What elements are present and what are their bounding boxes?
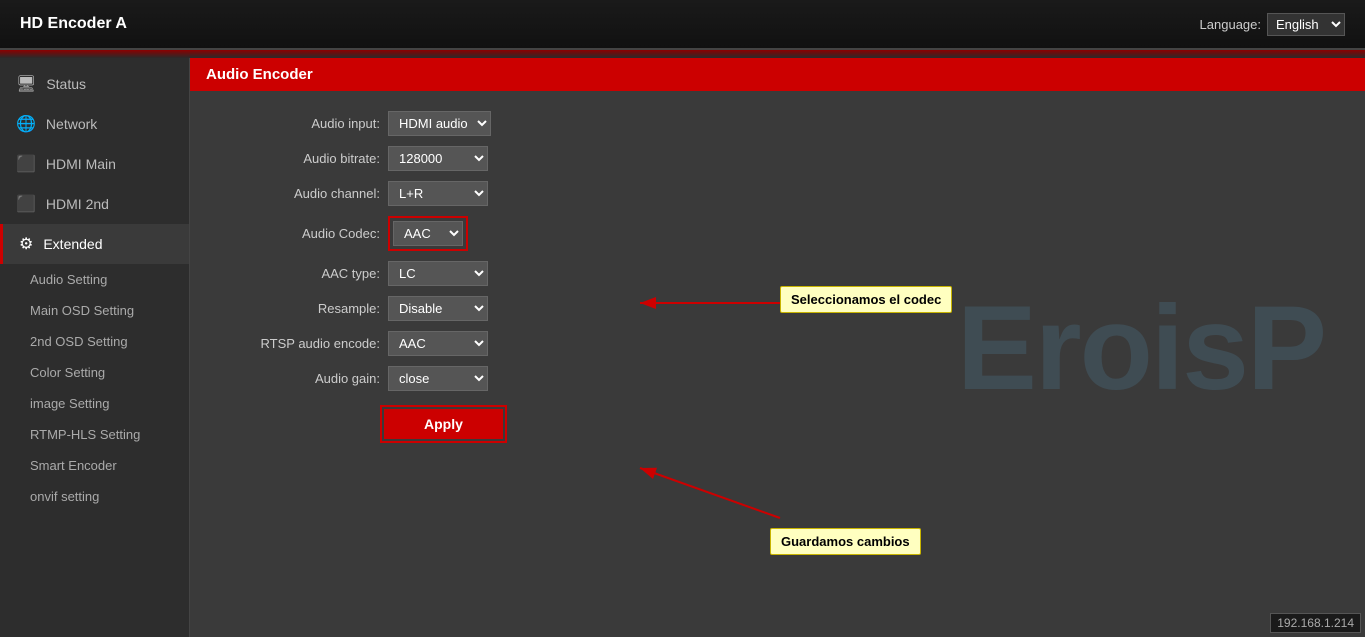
sidebar-label-status: Status <box>46 76 86 92</box>
audio-codec-highlighted: AAC MP3 G711 <box>388 216 468 251</box>
audio-gain-row: Audio gain: close low medium high <box>220 366 1335 391</box>
app-title: HD Encoder A <box>20 15 127 33</box>
language-area: Language: English Chinese <box>1200 13 1345 36</box>
tab-label: Audio Encoder <box>206 66 313 83</box>
annotation-codec: Seleccionamos el codec <box>780 286 952 313</box>
audio-input-label: Audio input: <box>220 116 380 131</box>
tab-audio-encoder: Audio Encoder <box>190 58 1365 91</box>
rtsp-audio-select[interactable]: AAC MP3 G711 <box>388 331 488 356</box>
audio-codec-row: Audio Codec: AAC MP3 G711 <box>220 216 1335 251</box>
sidebar-sub-color-setting[interactable]: Color Setting <box>0 357 189 388</box>
red-bar <box>0 50 1365 58</box>
resample-row: Resample: Disable Enable <box>220 296 1335 321</box>
content-area: EroisP Audio Encoder Audio input: HDMI a… <box>190 58 1365 637</box>
form-area: Audio input: HDMI audio Analog None Audi… <box>190 91 1365 463</box>
audio-gain-label: Audio gain: <box>220 371 380 386</box>
sidebar-sub-rtmp-hls[interactable]: RTMP-HLS Setting <box>0 419 189 450</box>
sidebar-item-hdmi-main[interactable]: ⬛ HDMI Main <box>0 144 189 184</box>
sidebar-sub-image-setting[interactable]: image Setting <box>0 388 189 419</box>
resample-label: Resample: <box>220 301 380 316</box>
audio-channel-label: Audio channel: <box>220 186 380 201</box>
audio-codec-select[interactable]: AAC MP3 G711 <box>393 221 463 246</box>
audio-bitrate-row: Audio bitrate: 128000 64000 32000 <box>220 146 1335 171</box>
sidebar-sub-2nd-osd[interactable]: 2nd OSD Setting <box>0 326 189 357</box>
audio-channel-row: Audio channel: L+R Left Right <box>220 181 1335 206</box>
aac-type-row: AAC type: LC HE HEv2 <box>220 261 1335 286</box>
sidebar-label-hdmi-main: HDMI Main <box>46 156 116 172</box>
rtsp-audio-row: RTSP audio encode: AAC MP3 G711 <box>220 331 1335 356</box>
main-layout: 🖥 Status 🌐 Network ⬛ HDMI Main ⬛ HDMI 2n… <box>0 58 1365 637</box>
audio-channel-select[interactable]: L+R Left Right <box>388 181 488 206</box>
aac-type-label: AAC type: <box>220 266 380 281</box>
sidebar-label-network: Network <box>46 116 97 132</box>
app-header: HD Encoder A Language: English Chinese <box>0 0 1365 50</box>
audio-input-select[interactable]: HDMI audio Analog None <box>388 111 491 136</box>
aac-type-select[interactable]: LC HE HEv2 <box>388 261 488 286</box>
language-label: Language: <box>1200 17 1261 32</box>
sidebar-sub-smart-encoder[interactable]: Smart Encoder <box>0 450 189 481</box>
sidebar-sub-audio-setting[interactable]: Audio Setting <box>0 264 189 295</box>
gear-icon: ⚙ <box>19 234 33 254</box>
sidebar-item-network[interactable]: 🌐 Network <box>0 104 189 144</box>
audio-gain-select[interactable]: close low medium high <box>388 366 488 391</box>
apply-button-wrapper: Apply <box>380 405 507 443</box>
sidebar-item-status[interactable]: 🖥 Status <box>0 64 189 104</box>
audio-bitrate-select[interactable]: 128000 64000 32000 <box>388 146 488 171</box>
sidebar-label-hdmi-2nd: HDMI 2nd <box>46 196 109 212</box>
sidebar-sub-onvif[interactable]: onvif setting <box>0 481 189 512</box>
sidebar: 🖥 Status 🌐 Network ⬛ HDMI Main ⬛ HDMI 2n… <box>0 58 190 637</box>
audio-codec-label: Audio Codec: <box>220 226 380 241</box>
hdmi-2nd-icon: ⬛ <box>16 194 36 214</box>
audio-bitrate-label: Audio bitrate: <box>220 151 380 166</box>
resample-select[interactable]: Disable Enable <box>388 296 488 321</box>
rtsp-audio-label: RTSP audio encode: <box>220 336 380 351</box>
language-select[interactable]: English Chinese <box>1267 13 1345 36</box>
monitor-icon: 🖥 <box>16 74 36 94</box>
sidebar-item-hdmi-2nd[interactable]: ⬛ HDMI 2nd <box>0 184 189 224</box>
audio-input-row: Audio input: HDMI audio Analog None <box>220 111 1335 136</box>
sidebar-item-extended[interactable]: ⚙ Extended <box>0 224 189 264</box>
annotation-apply: Guardamos cambios <box>770 528 921 555</box>
hdmi-main-icon: ⬛ <box>16 154 36 174</box>
apply-button[interactable]: Apply <box>384 409 503 439</box>
sidebar-sub-main-osd[interactable]: Main OSD Setting <box>0 295 189 326</box>
sidebar-label-extended: Extended <box>43 236 102 252</box>
globe-icon: 🌐 <box>16 114 36 134</box>
ip-badge: 192.168.1.214 <box>1270 613 1361 633</box>
